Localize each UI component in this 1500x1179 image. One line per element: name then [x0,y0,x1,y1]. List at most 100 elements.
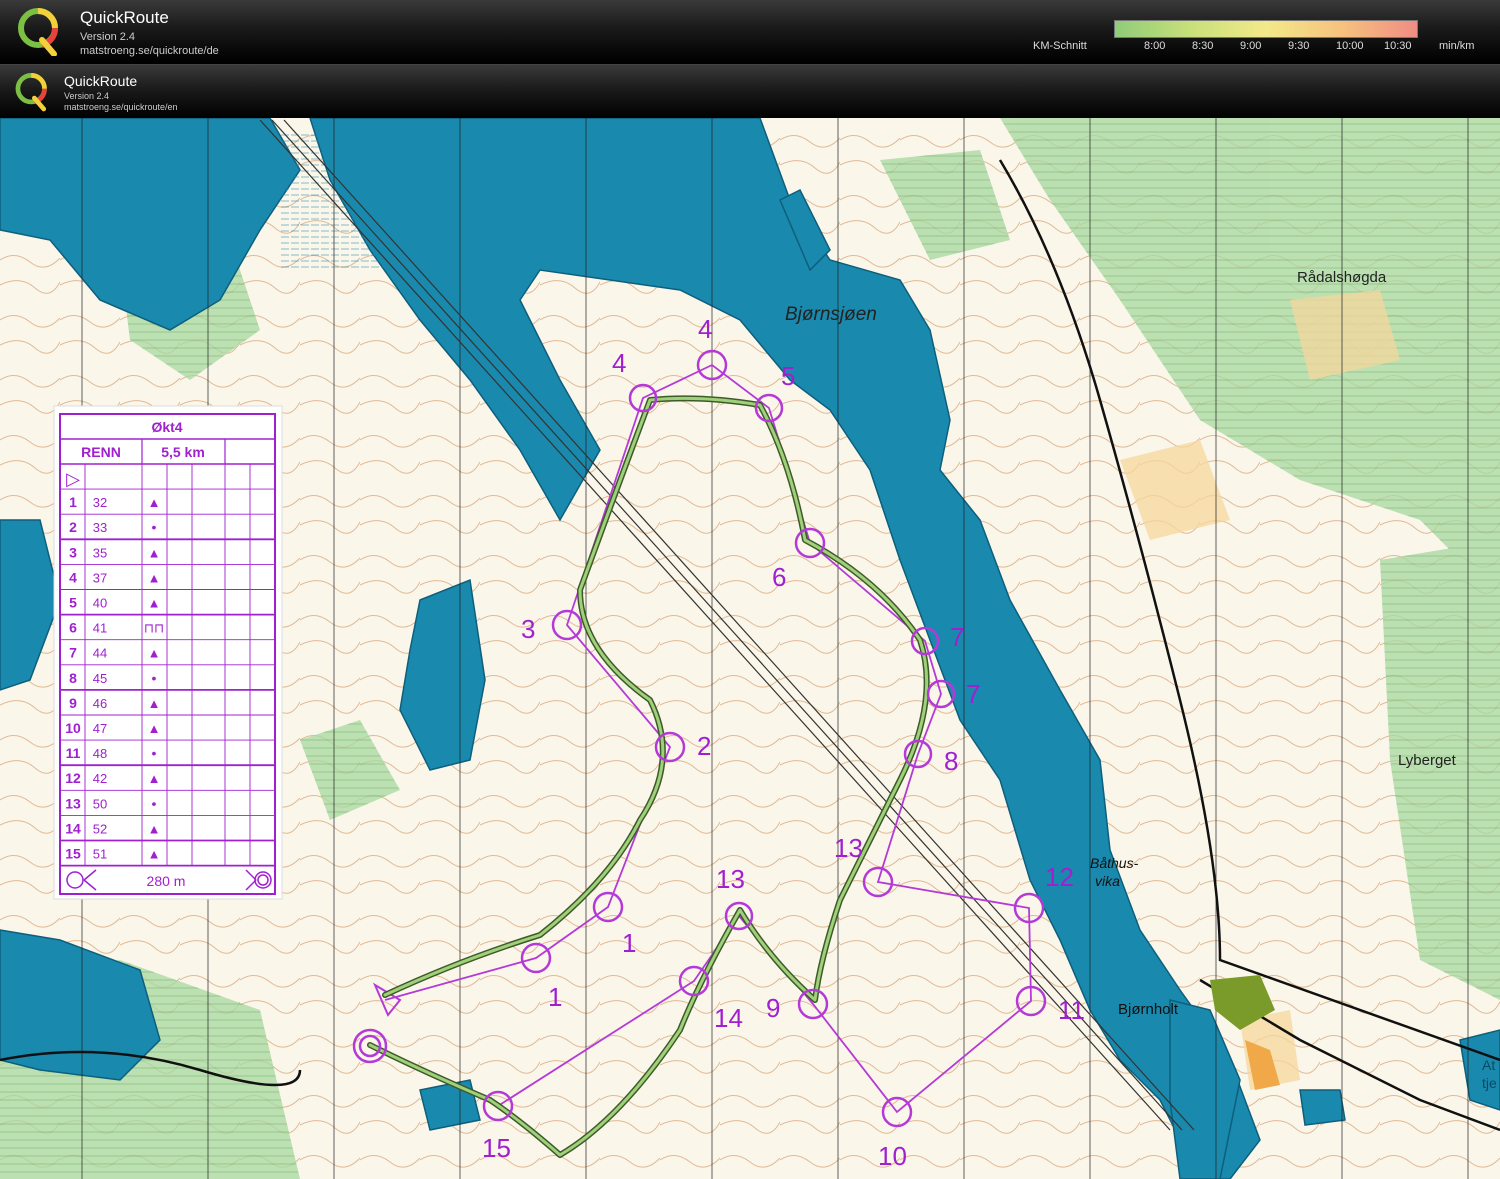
control-number: 2 [697,731,711,761]
label-tje: tje [1482,1075,1497,1091]
card-control-code: 42 [93,771,107,786]
card-start-symbol: ▷ [66,469,80,489]
card-control-code: 33 [93,520,107,535]
app-version-2: Version 2.4 [64,91,110,101]
card-feature-symbol: ▲ [148,721,161,736]
card-control-code: 50 [93,796,107,811]
card-feature-symbol: ▲ [148,771,161,786]
card-control-number: 13 [65,795,81,811]
card-control-code: 48 [93,746,107,761]
label-bjornholt: Bjørnholt [1118,1001,1179,1018]
pace-gradient-bar [1114,20,1418,38]
card-feature-symbol: ▲ [148,596,161,611]
label-radalshogda: Rådalshøgda [1297,269,1387,286]
card-control-number: 3 [69,544,77,560]
pace-tick-label: 9:30 [1288,40,1310,52]
card-control-number: 14 [65,820,81,836]
card-control-code: 52 [93,821,107,836]
control-number: 7 [966,679,980,709]
control-number: 6 [772,562,786,592]
pace-label: KM-Schnitt [1033,40,1087,52]
quickroute-header-en: QuickRoute Version 2.4 matstroeng.se/qui… [0,64,1500,119]
label-bathus: Båthus- [1090,855,1139,871]
card-feature-symbol: ▲ [148,696,161,711]
control-number: 3 [521,614,535,644]
card-control-code: 46 [93,696,107,711]
card-control-number: 2 [69,519,77,535]
card-control-code: 44 [93,646,107,661]
card-control-number: 10 [65,720,81,736]
card-distance: 5,5 km [161,444,205,460]
app-title: QuickRoute [80,8,169,27]
control-number: 12 [1045,862,1074,892]
card-finish-distance: 280 m [147,873,186,889]
pace-tick-label: 8:30 [1192,40,1214,52]
app-url: matstroeng.se/quickroute/de [80,45,219,57]
card-feature-symbol: ▲ [148,821,161,836]
card-control-number: 12 [65,770,81,786]
pace-tick-label: 10:30 [1384,40,1412,52]
card-control-code: 32 [93,495,107,510]
card-control-number: 4 [69,569,77,585]
control-number: 8 [944,746,958,776]
app-version: Version 2.4 [80,31,136,43]
card-feature-symbol: ⊓⊓ [144,621,164,636]
card-control-code: 45 [93,671,107,686]
marsh [280,130,500,270]
card-title: Økt4 [151,419,182,435]
label-lyberget: Lyberget [1398,752,1457,769]
pace-tick-label: 10:00 [1336,40,1364,52]
control-number: 9 [766,993,780,1023]
card-feature-symbol: • [152,795,157,811]
card-control-number: 5 [69,595,77,611]
card-control-number: 8 [69,670,77,686]
control-number: 4 [698,314,712,344]
control-number: 10 [878,1141,907,1171]
card-control-number: 15 [65,846,81,862]
card-control-number: 7 [69,645,77,661]
card-control-code: 40 [93,596,107,611]
card-control-number: 6 [69,620,77,636]
app-url-2: matstroeng.se/quickroute/en [64,102,178,112]
quickroute-header-de: QuickRoute Version 2.4 matstroeng.se/qui… [0,0,1500,62]
card-feature-symbol: • [152,670,157,686]
control-number: 13 [834,833,863,863]
card-control-number: 1 [69,494,77,510]
card-control-code: 37 [93,570,107,585]
label-at: At [1482,1057,1495,1073]
control-number: 5 [781,361,795,391]
quickroute-logo-icon [18,8,58,56]
card-control-code: 47 [93,721,107,736]
card-control-code: 35 [93,545,107,560]
control-number: 13 [716,864,745,894]
app-title-2: QuickRoute [64,73,138,89]
control-number: 1 [622,928,636,958]
card-control-code: 41 [93,621,107,636]
control-number: 1 [548,982,562,1012]
map-canvas[interactable]: Bjørnsjøen Rådalshøgda Lyberget Båthus- … [0,118,1500,1179]
card-feature-symbol: • [152,519,157,535]
label-vika: vika [1095,873,1120,889]
control-number: 7 [950,622,964,652]
card-control-number: 11 [66,745,81,761]
orienteering-map[interactable]: Bjørnsjøen Rådalshøgda Lyberget Båthus- … [0,118,1500,1179]
control-number: 15 [482,1133,511,1163]
pace-tick-label: 8:00 [1144,40,1166,52]
card-class-name: RENN [81,444,121,460]
quickroute-logo-icon [15,73,47,112]
control-number: 14 [714,1003,743,1033]
card-feature-symbol: ▲ [148,545,161,560]
pace-tick-label: 9:00 [1240,40,1262,52]
card-feature-symbol: ▲ [148,495,161,510]
card-feature-symbol: ▲ [148,646,161,661]
label-bjornsjoen: Bjørnsjøen [785,304,877,325]
card-feature-symbol: ▲ [148,570,161,585]
card-feature-symbol: • [152,745,157,761]
control-description-card: Økt4 RENN 5,5 km ▷ 1 32 ▲ 2 33 • 3 35 ▲ 4 37 ▲ 5 40 ▲ 6… [53,405,283,900]
control-number: 4 [612,348,626,378]
card-control-number: 9 [69,695,77,711]
control-number: 11 [1058,995,1085,1025]
pace-unit: min/km [1439,40,1475,52]
card-control-code: 51 [93,847,107,862]
card-feature-symbol: ▲ [148,847,161,862]
